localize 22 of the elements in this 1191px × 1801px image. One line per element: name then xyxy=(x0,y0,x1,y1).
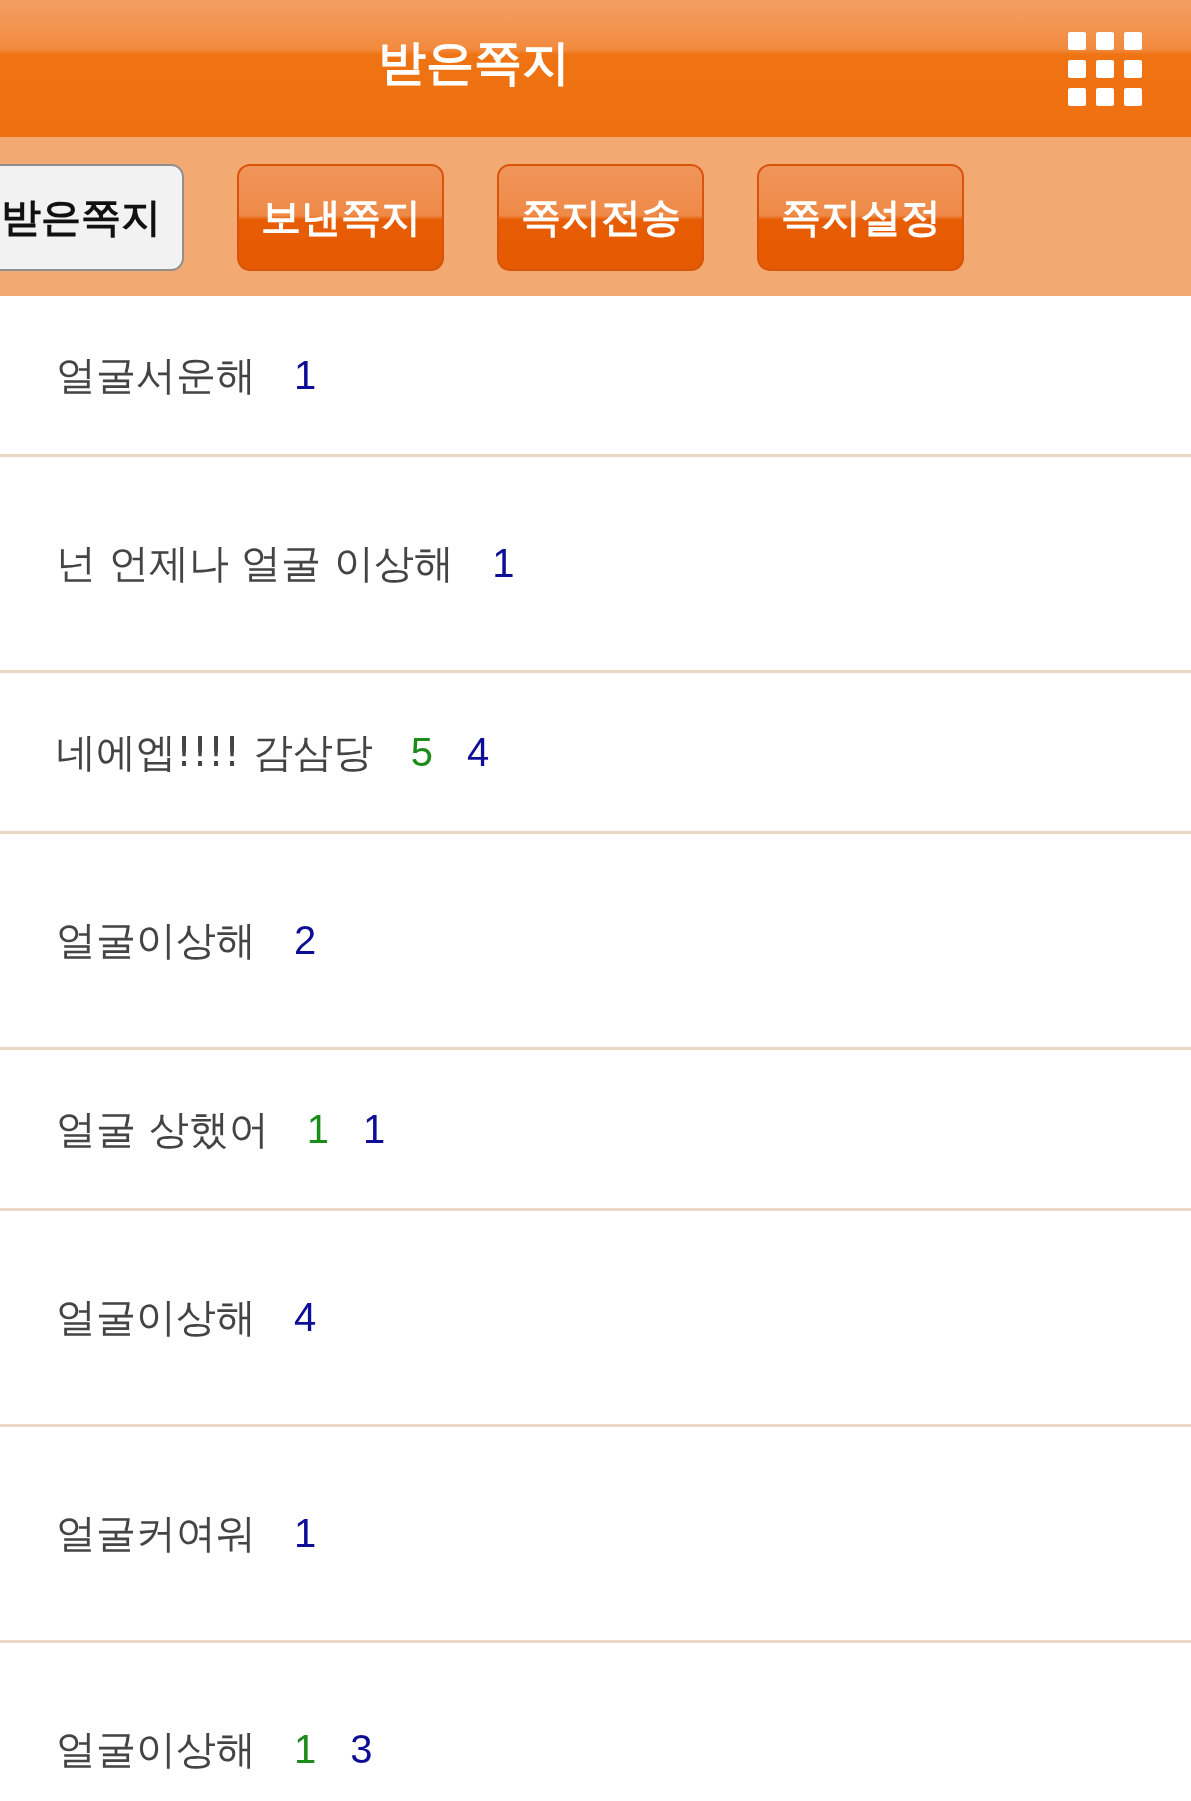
message-title: 얼굴이상해 xyxy=(56,916,256,965)
count-number: 1 xyxy=(362,1106,386,1152)
tab[interactable]: 받은쪽지 xyxy=(0,164,184,271)
message-title: 넌 언제나 얼굴 이상해 xyxy=(56,539,455,588)
count-number: 4 xyxy=(467,729,490,775)
message-title: 얼굴 상했어 xyxy=(56,1104,269,1154)
count-number: 1 xyxy=(294,1511,317,1556)
count-number: 1 xyxy=(492,541,515,586)
count-number: 1 xyxy=(294,352,317,398)
message-title: 네에엡!!!! 감삼당 xyxy=(56,727,373,777)
message-title: 얼굴커여워 xyxy=(56,1509,256,1558)
count-number: 3 xyxy=(350,1727,373,1772)
count-number: 4 xyxy=(294,1295,317,1340)
message-title: 얼굴이상해 xyxy=(56,1293,256,1342)
message-title: 얼굴이상해 xyxy=(56,1725,256,1774)
message-title: 얼굴서운해 xyxy=(56,350,256,400)
count-number: 2 xyxy=(294,918,317,963)
count-number: 5 xyxy=(410,729,434,775)
count-number: 1 xyxy=(306,1106,329,1152)
screen-title: 받은쪽지 xyxy=(378,36,570,89)
grid-menu-icon[interactable] xyxy=(1068,31,1142,106)
count-number: 1 xyxy=(294,1727,317,1772)
